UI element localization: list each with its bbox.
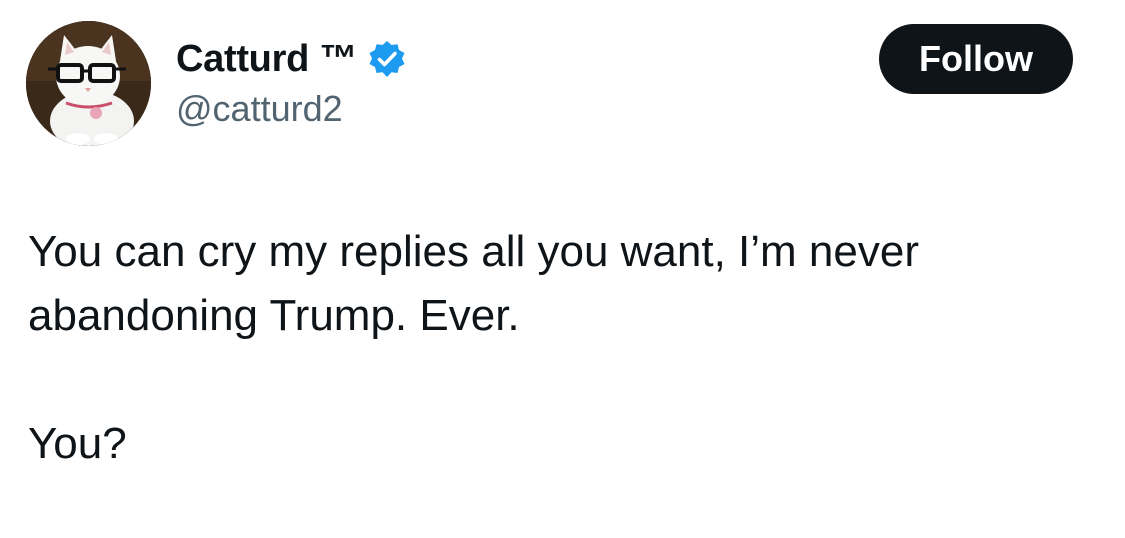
display-name[interactable]: Catturd ™ xyxy=(176,38,357,81)
tweet-card: Catturd ™ @catturd2 Follow You can cry m… xyxy=(0,0,1125,538)
cat-avatar-image xyxy=(26,21,151,146)
tweet-text: You can cry my replies all you want, I’m… xyxy=(28,220,1098,476)
avatar[interactable] xyxy=(26,21,151,146)
tweet-line-2: abandoning Trump. Ever. xyxy=(28,291,520,340)
tweet-line-1: You can cry my replies all you want, I’m… xyxy=(28,227,919,276)
tweet-blank-line xyxy=(28,348,1098,412)
verified-badge-icon xyxy=(367,39,407,79)
follow-button[interactable]: Follow xyxy=(879,24,1073,94)
author-handle[interactable]: @catturd2 xyxy=(176,88,343,130)
author-name-row: Catturd ™ xyxy=(176,36,407,82)
tweet-line-3: You? xyxy=(28,419,127,468)
